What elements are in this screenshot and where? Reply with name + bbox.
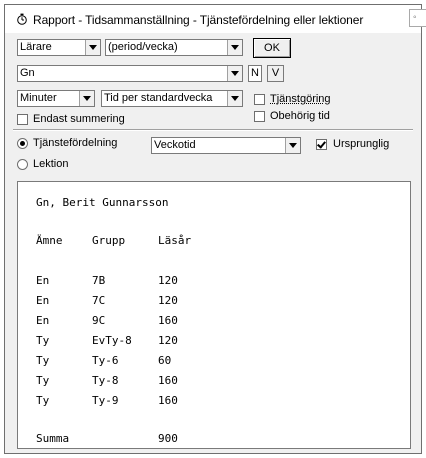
time-mode-dropdown[interactable]: Tid per standardvecka	[101, 90, 243, 107]
chevron-down-icon[interactable]	[227, 66, 242, 81]
time-mode-value: Tid per standardvecka	[104, 92, 213, 104]
divider	[13, 129, 413, 131]
sum-label: Summa	[36, 432, 70, 445]
period-dropdown[interactable]: (period/vecka)	[105, 39, 243, 56]
row-lasar: 120	[158, 294, 178, 307]
unit-value: Minuter	[20, 92, 57, 104]
row-amne: Ty	[36, 374, 50, 387]
column-header-amne: Ämne	[36, 234, 63, 247]
lektion-radio[interactable]	[17, 159, 28, 170]
title-bar: Rapport - Tidsammanställning - Tjänstefö…	[5, 5, 426, 33]
tjanstefordelning-radio[interactable]	[17, 138, 28, 149]
person-type-dropdown[interactable]: Lärare	[17, 39, 101, 56]
stopwatch-icon	[17, 13, 27, 25]
row-grupp: EvTy-8	[92, 334, 132, 347]
ok-button[interactable]: OK	[253, 38, 291, 58]
v-button[interactable]: V	[267, 65, 284, 82]
row-lasar: 120	[158, 334, 178, 347]
row-lasar: 160	[158, 394, 178, 407]
row-amne: Ty	[36, 354, 50, 367]
row-amne: Ty	[36, 334, 50, 347]
row-lasar: 60	[158, 354, 172, 367]
tjanstefordelning-label[interactable]: Tjänstefördelning	[33, 137, 117, 149]
endast-summering-label[interactable]: Endast summering	[33, 113, 125, 125]
unit-dropdown[interactable]: Minuter	[17, 90, 95, 107]
teacher-value: Gn	[20, 67, 35, 79]
chevron-down-icon[interactable]	[285, 138, 300, 153]
endast-summering-checkbox[interactable]	[17, 114, 28, 125]
chevron-down-icon[interactable]	[85, 40, 100, 55]
n-button[interactable]: N	[248, 65, 262, 82]
sum-value: 900	[158, 432, 178, 445]
row-grupp: 7C	[92, 294, 106, 307]
column-header-grupp: Grupp	[92, 234, 126, 247]
row-amne: En	[36, 294, 50, 307]
row-lasar: 160	[158, 314, 178, 327]
report-output[interactable]: Gn, Berit Gunnarsson Ämne Grupp Läsår En…	[17, 181, 411, 449]
lektion-label[interactable]: Lektion	[33, 158, 68, 170]
ursprunglig-label[interactable]: Ursprunglig	[333, 138, 389, 150]
time-type-dropdown[interactable]: Veckotid	[151, 137, 301, 154]
row-lasar: 160	[158, 374, 178, 387]
row-lasar: 120	[158, 274, 178, 287]
person-type-value: Lärare	[20, 41, 52, 53]
row-grupp: Ty-8	[92, 374, 119, 387]
row-amne: Ty	[36, 394, 50, 407]
chevron-down-icon[interactable]	[79, 91, 94, 106]
close-button[interactable]: ◦	[409, 9, 426, 27]
row-grupp: Ty-9	[92, 394, 119, 407]
time-type-value: Veckotid	[154, 139, 196, 151]
chevron-down-icon[interactable]	[227, 91, 242, 106]
row-grupp: Ty-6	[92, 354, 119, 367]
row-grupp: 7B	[92, 274, 106, 287]
ursprunglig-checkbox[interactable]	[316, 139, 327, 150]
chevron-down-icon[interactable]	[227, 40, 242, 55]
teacher-dropdown[interactable]: Gn	[17, 65, 243, 82]
row-amne: En	[36, 274, 50, 287]
report-window: Rapport - Tidsammanställning - Tjänstefö…	[4, 4, 426, 454]
row-amne: En	[36, 314, 50, 327]
tjanstgoring-checkbox[interactable]	[254, 94, 265, 105]
row-grupp: 9C	[92, 314, 106, 327]
obehorig-label[interactable]: Obehörig tid	[270, 110, 330, 122]
obehorig-checkbox[interactable]	[254, 111, 265, 122]
close-icon: ◦	[413, 12, 417, 23]
tjanstgoring-label[interactable]: Tjänstgöring	[270, 93, 331, 105]
column-header-lasar: Läsår	[158, 234, 192, 247]
window-title: Rapport - Tidsammanställning - Tjänstefö…	[33, 13, 364, 27]
period-value: (period/vecka)	[108, 41, 178, 53]
report-heading: Gn, Berit Gunnarsson	[36, 196, 169, 209]
